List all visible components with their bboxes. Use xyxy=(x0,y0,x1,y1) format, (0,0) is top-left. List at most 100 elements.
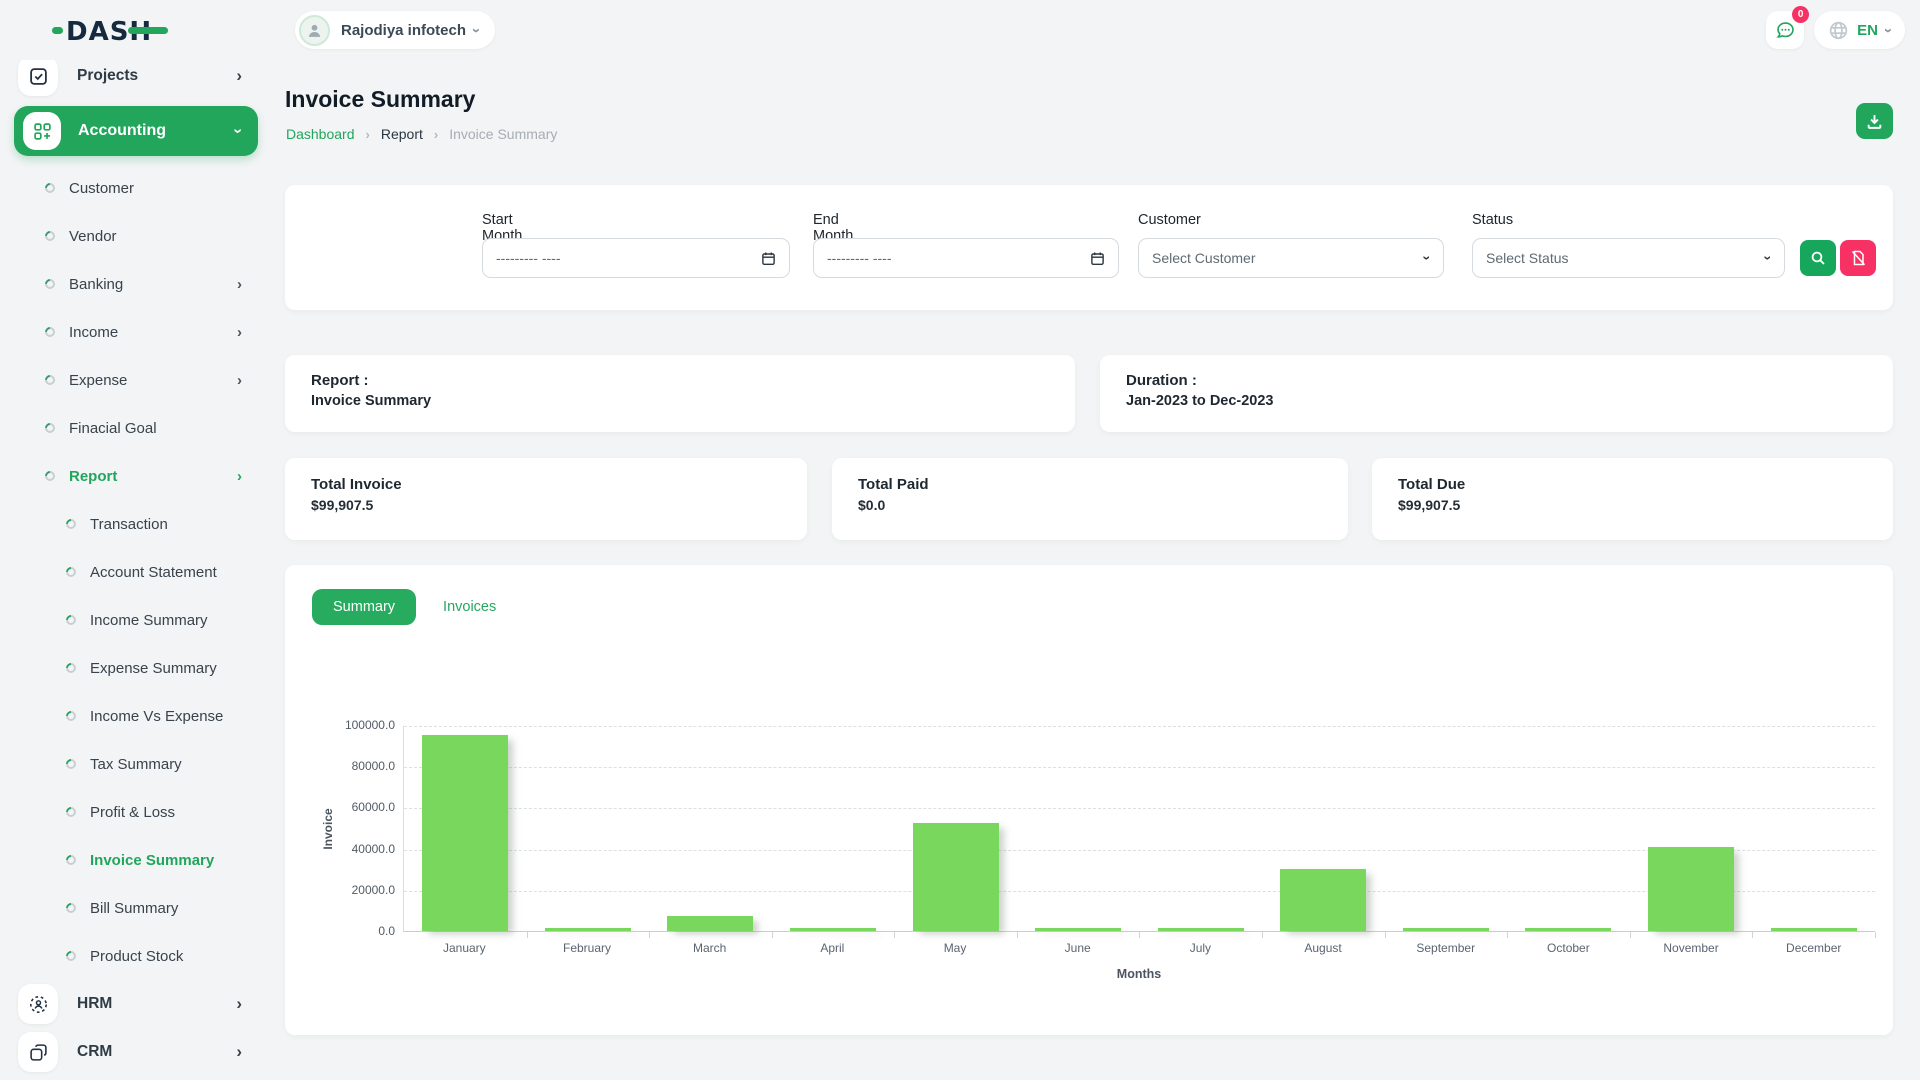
total-paid-card: Total Paid $0.0 xyxy=(832,458,1348,540)
language-selector[interactable]: EN › xyxy=(1814,11,1905,49)
sidebar-item-profit-loss[interactable]: Profit & Loss xyxy=(0,788,272,836)
bullet-icon xyxy=(43,325,57,339)
sidebar-item-projects[interactable]: Projects › xyxy=(0,60,272,100)
bullet-icon xyxy=(64,853,78,867)
calendar-icon xyxy=(761,251,776,266)
y-axis-title: Invoice xyxy=(321,808,335,849)
breadcrumb-dashboard[interactable]: Dashboard xyxy=(286,126,355,142)
sidebar-item-label: Account Statement xyxy=(90,564,272,581)
sidebar-item-label: Income Vs Expense xyxy=(90,708,272,725)
x-tick-label: September xyxy=(1384,941,1507,955)
bullet-icon xyxy=(43,469,57,483)
apply-filter-button[interactable] xyxy=(1800,240,1836,276)
chart-bar-slot xyxy=(772,726,895,931)
sidebar-item-banking[interactable]: Banking › xyxy=(0,260,272,308)
bullet-icon xyxy=(64,757,78,771)
customer-label: Customer xyxy=(1138,212,1201,228)
bullet-icon xyxy=(43,421,57,435)
filter-panel: Start Month --------- ---- End Month ---… xyxy=(285,185,1893,310)
tab-invoices[interactable]: Invoices xyxy=(443,599,496,615)
start-month-value: --------- ---- xyxy=(496,250,561,266)
chart-bar-january xyxy=(422,735,508,931)
sidebar-item-transaction[interactable]: Transaction xyxy=(0,500,272,548)
tab-summary[interactable]: Summary xyxy=(312,589,416,625)
sidebar-item-label: Expense Summary xyxy=(90,660,272,677)
sidebar-item-vendor[interactable]: Vendor xyxy=(0,212,272,260)
bullet-icon xyxy=(64,709,78,723)
chart-bar-slot xyxy=(649,726,772,931)
chevron-right-icon: › xyxy=(237,324,242,341)
reset-filter-button[interactable] xyxy=(1840,240,1876,276)
sidebar-item-account-statement[interactable]: Account Statement xyxy=(0,548,272,596)
total-due-card: Total Due $99,907.5 xyxy=(1372,458,1893,540)
sidebar-item-accounting[interactable]: Accounting › xyxy=(14,106,258,156)
status-select[interactable]: Select Status › xyxy=(1472,238,1785,278)
page-title: Invoice Summary xyxy=(285,86,475,113)
app-logo[interactable]: DASH xyxy=(52,13,170,47)
sidebar-item-expense[interactable]: Expense › xyxy=(0,356,272,404)
download-button[interactable] xyxy=(1856,103,1893,139)
dash-logo-icon: DASH xyxy=(52,13,170,47)
chart-tabs: Summary Invoices xyxy=(312,589,496,625)
start-month-input[interactable]: --------- ---- xyxy=(482,238,790,278)
sidebar-item-product-stock[interactable]: Product Stock xyxy=(0,932,272,980)
messages-button[interactable]: 0 xyxy=(1766,11,1804,49)
x-tick-label: August xyxy=(1262,941,1385,955)
bullet-icon xyxy=(43,277,57,291)
x-tick-label: January xyxy=(403,941,526,955)
bullet-icon xyxy=(64,613,78,627)
end-month-input[interactable]: --------- ---- xyxy=(813,238,1119,278)
sidebar-item-income-vs-expense[interactable]: Income Vs Expense xyxy=(0,692,272,740)
crm-icon xyxy=(18,1032,58,1072)
bullet-icon xyxy=(64,901,78,915)
x-tick-label: December xyxy=(1752,941,1875,955)
bullet-icon xyxy=(64,517,78,531)
y-tick-label: 20000.0 xyxy=(352,883,395,897)
total-invoice-label: Total Invoice xyxy=(311,476,781,493)
chart-bar-slot xyxy=(1630,726,1753,931)
y-axis-title-col: Invoice xyxy=(315,726,341,932)
bullet-icon xyxy=(64,805,78,819)
chart-card: Summary Invoices Invoice 100000.080000.0… xyxy=(285,565,1893,1035)
chart-bar-slot xyxy=(404,726,527,931)
total-invoice-value: $99,907.5 xyxy=(311,497,781,513)
sidebar-item-customer[interactable]: Customer xyxy=(0,164,272,212)
chevron-down-icon: › xyxy=(1420,256,1436,261)
chart-bar-august xyxy=(1280,869,1366,931)
sidebar-item-expense-summary[interactable]: Expense Summary xyxy=(0,644,272,692)
chart-bar-november xyxy=(1648,847,1734,931)
sidebar-item-income[interactable]: Income › xyxy=(0,308,272,356)
sidebar-item-hrm[interactable]: HRM › xyxy=(0,980,272,1028)
chevron-down-icon: › xyxy=(469,28,484,33)
customer-select[interactable]: Select Customer › xyxy=(1138,238,1444,278)
breadcrumb: Dashboard › Report › Invoice Summary xyxy=(286,126,557,142)
sidebar-item-label: Report xyxy=(69,468,237,485)
x-tick-label: March xyxy=(648,941,771,955)
x-tick-label: July xyxy=(1139,941,1262,955)
chart-bar-slot xyxy=(1262,726,1385,931)
sidebar-item-crm[interactable]: CRM › xyxy=(0,1028,272,1076)
bullet-icon xyxy=(64,661,78,675)
chart-plot xyxy=(403,726,1875,932)
sidebar-item-tax-summary[interactable]: Tax Summary xyxy=(0,740,272,788)
sidebar-item-finacial-goal[interactable]: Finacial Goal xyxy=(0,404,272,452)
hrm-icon xyxy=(18,984,58,1024)
sidebar-item-label: Banking xyxy=(69,276,237,293)
chevron-down-icon: › xyxy=(1881,28,1896,33)
sidebar-item-bill-summary[interactable]: Bill Summary xyxy=(0,884,272,932)
sidebar-item-report[interactable]: Report › xyxy=(0,452,272,500)
bullet-icon xyxy=(43,373,57,387)
sidebar-item-invoice-summary[interactable]: Invoice Summary xyxy=(0,836,272,884)
company-selector[interactable]: Rajodiya infotech › xyxy=(295,11,495,49)
download-icon xyxy=(1866,113,1883,130)
chart-bar-slot xyxy=(1507,726,1630,931)
sidebar-item-income-summary[interactable]: Income Summary xyxy=(0,596,272,644)
y-tick-label: 40000.0 xyxy=(352,842,395,856)
sidebar-item-label: Projects xyxy=(77,67,236,85)
y-tick-label: 100000.0 xyxy=(345,718,395,732)
breadcrumb-report[interactable]: Report xyxy=(381,126,423,142)
invoice-bar-chart: Invoice 100000.080000.060000.040000.0200… xyxy=(315,726,1875,981)
chart-bar-slot xyxy=(1139,726,1262,931)
chart-bar-slot xyxy=(894,726,1017,931)
chevron-right-icon: › xyxy=(237,276,242,293)
